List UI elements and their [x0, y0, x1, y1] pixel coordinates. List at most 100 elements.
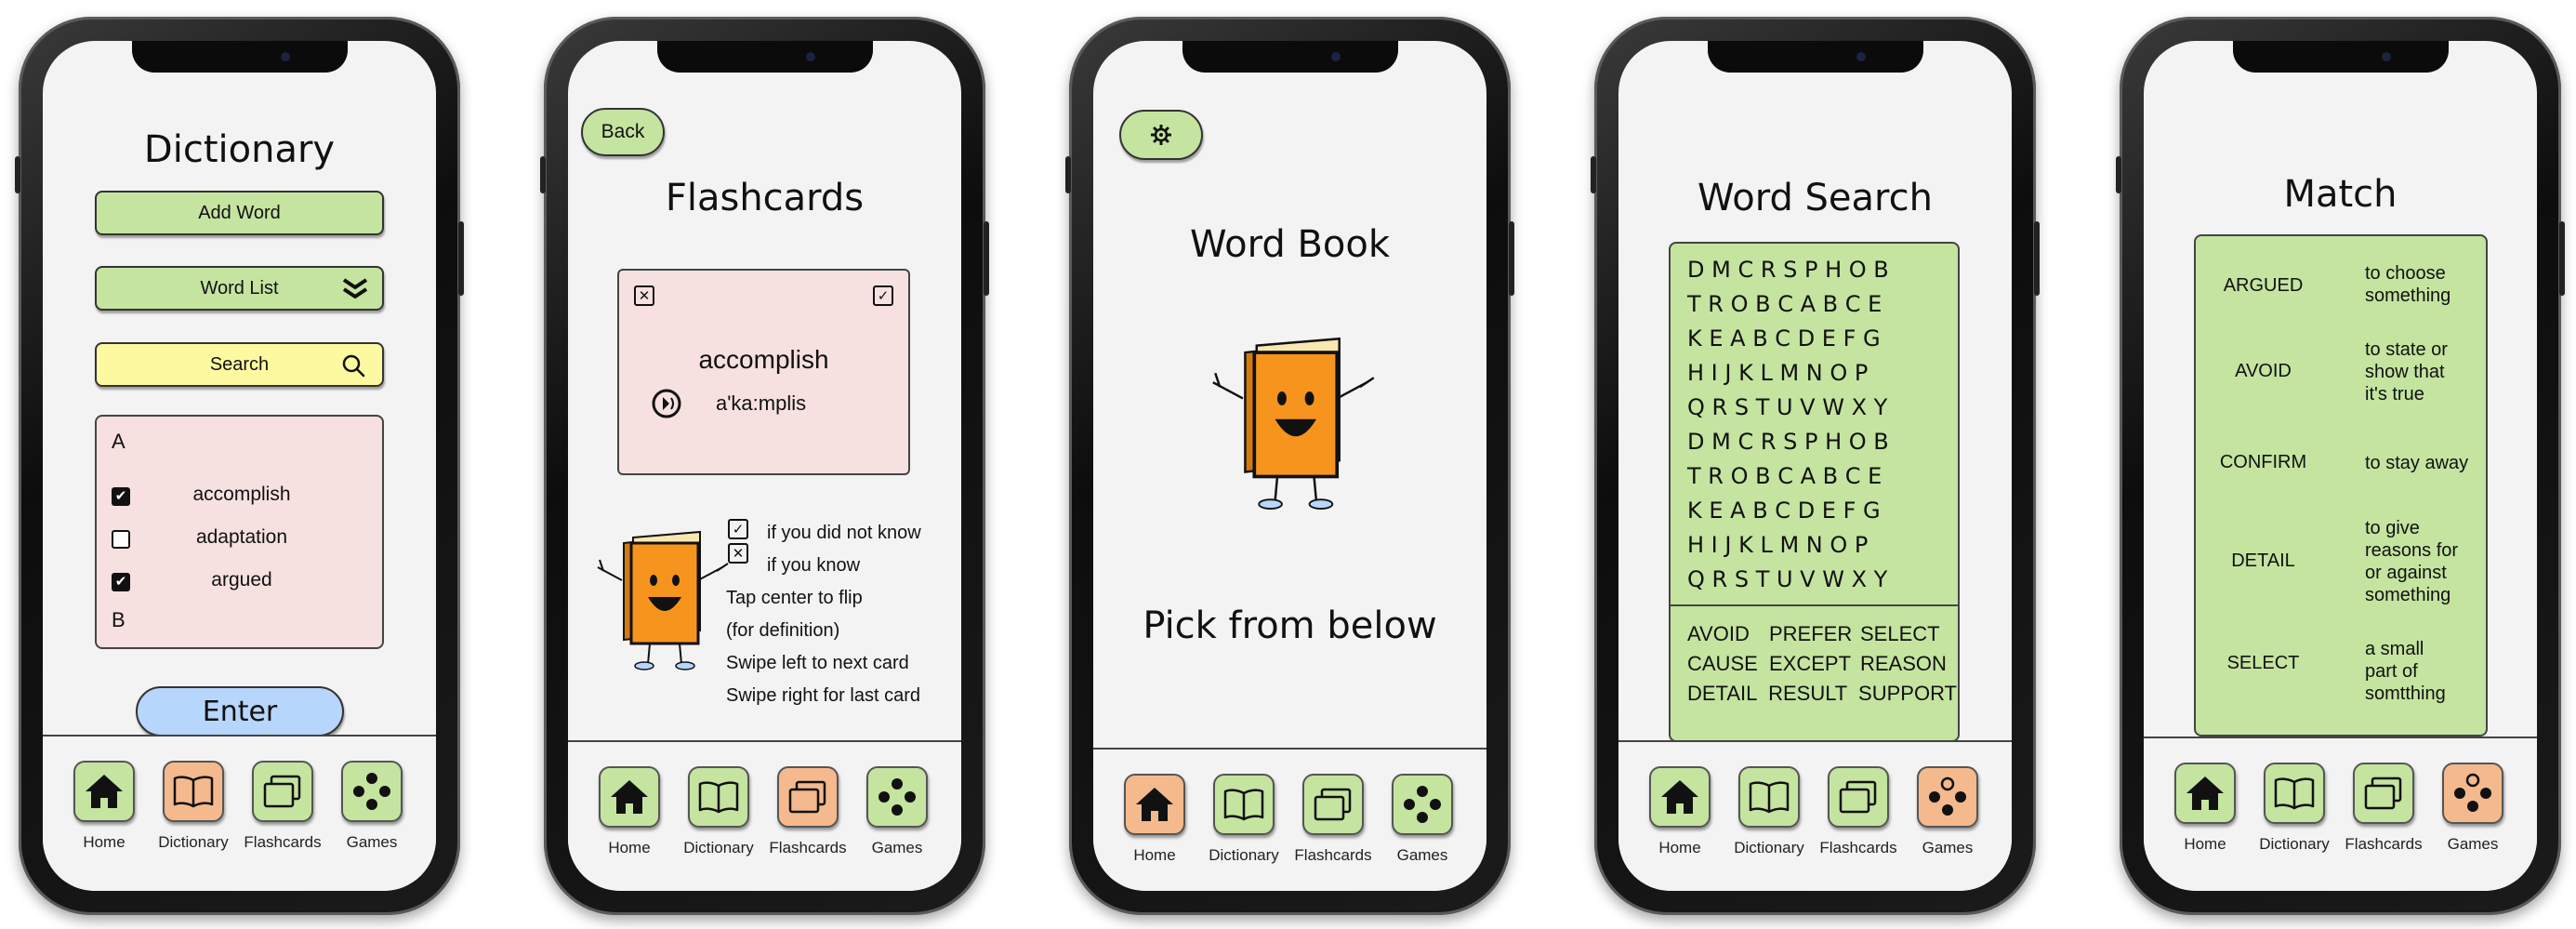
nav-home-label: Home — [608, 839, 651, 856]
nav-dictionary-label: Dictionary — [158, 833, 229, 851]
nav-flashcards[interactable]: Flashcards — [1288, 774, 1378, 865]
nav-dictionary[interactable]: Dictionary — [1724, 766, 1814, 857]
list-item[interactable]: adaptation — [112, 524, 372, 552]
word-bank-item: SUPPORT — [1858, 682, 1957, 705]
definition-line: or against — [2365, 563, 2447, 583]
nav-flashcards-label: Flashcards — [1819, 839, 1897, 856]
match-definition[interactable]: to give reasons for or against something — [2365, 517, 2458, 606]
nav-home-label: Home — [2184, 835, 2226, 853]
nav-dictionary[interactable]: Dictionary — [149, 761, 238, 852]
nav-games[interactable]: Games — [1378, 774, 1467, 865]
home-icon — [2186, 776, 2224, 810]
word-bank-item: RESULT — [1768, 682, 1848, 705]
nav-games[interactable]: Games — [327, 761, 416, 852]
page-title: Dictionary — [143, 128, 336, 171]
nav-dictionary[interactable]: Dictionary — [674, 766, 763, 857]
settings-button[interactable] — [1119, 110, 1203, 160]
grid-row: H I J K L M N O P — [1687, 360, 1869, 386]
nav-dictionary[interactable]: Dictionary — [2250, 763, 2339, 854]
word-search-screen: Word Search D M C R S P H O B T R O B C … — [1618, 41, 2012, 891]
back-button[interactable]: Back — [581, 108, 665, 156]
nav-home[interactable]: Home — [2160, 763, 2250, 854]
book-open-icon — [698, 781, 739, 814]
instruction-text: if you did not know — [767, 523, 921, 543]
nav-flashcards[interactable]: Flashcards — [2339, 763, 2428, 854]
nav-games[interactable]: Games — [852, 766, 942, 857]
grid-row: Q R S T U V W X Y — [1687, 566, 1888, 592]
home-icon — [1136, 788, 1173, 821]
nav-games[interactable]: Games — [2428, 763, 2517, 854]
add-word-button[interactable]: Add Word — [95, 191, 384, 235]
nav-flashcards-button[interactable] — [2353, 763, 2414, 824]
match-word[interactable]: SELECT — [2196, 653, 2331, 674]
nav-home-button[interactable] — [1649, 766, 1711, 828]
match-word[interactable]: ARGUED — [2196, 275, 2331, 297]
nav-flashcards-button[interactable] — [1828, 766, 1889, 828]
page-title: Match — [2283, 173, 2398, 216]
nav-games-button[interactable] — [1917, 766, 1978, 828]
chevron-down-icon — [342, 278, 368, 299]
nav-games-button[interactable] — [2442, 763, 2503, 824]
nav-dictionary-button[interactable] — [1738, 766, 1800, 828]
match-word[interactable]: AVOID — [2196, 361, 2331, 382]
search-input[interactable]: Search — [95, 342, 384, 387]
nav-flashcards[interactable]: Flashcards — [763, 766, 852, 857]
home-icon — [86, 775, 123, 808]
match-definition[interactable]: to choose something — [2365, 262, 2451, 307]
nav-dictionary-button[interactable] — [688, 766, 749, 828]
nav-dictionary-button[interactable] — [2264, 763, 2325, 824]
match-word[interactable]: CONFIRM — [2196, 452, 2331, 473]
check-icon[interactable]: ✓ — [873, 285, 893, 306]
nav-home[interactable]: Home — [585, 766, 674, 857]
nav-games-button[interactable] — [1392, 774, 1453, 835]
nav-home[interactable]: Home — [1635, 766, 1724, 857]
match-screen: Match ARGUED to choose something AVOID t… — [2144, 41, 2537, 891]
nav-dictionary-button[interactable] — [163, 761, 224, 822]
definition-line: reasons for — [2365, 540, 2459, 561]
nav-dictionary-button[interactable] — [1213, 774, 1275, 835]
match-definition[interactable]: a small part of somtthing — [2365, 638, 2446, 705]
word-list-dropdown[interactable]: Word List — [95, 266, 384, 311]
match-word[interactable]: DETAIL — [2196, 551, 2331, 572]
home-screen: Word Book Pick from below Home Dictionar… — [1093, 41, 1486, 891]
nav-home-button[interactable] — [599, 766, 660, 828]
nav-games-button[interactable] — [866, 766, 928, 828]
letter-grid[interactable]: D M C R S P H O B T R O B C A B C E K E … — [1687, 253, 1948, 597]
games-icon — [2454, 773, 2491, 812]
nav-flashcards-label: Flashcards — [244, 833, 322, 851]
instruction-text: Swipe right for last card — [726, 685, 920, 706]
close-icon: ✕ — [728, 543, 748, 564]
nav-home-button[interactable] — [1124, 774, 1185, 835]
definition-line: something — [2365, 285, 2451, 306]
close-icon[interactable]: ✕ — [634, 285, 654, 306]
nav-flashcards[interactable]: Flashcards — [1814, 766, 1903, 857]
nav-dictionary[interactable]: Dictionary — [1199, 774, 1288, 865]
nav-home-button[interactable] — [73, 761, 135, 822]
flashcard[interactable]: ✕ ✓ accomplish a'ka:mplis — [617, 269, 910, 475]
list-item[interactable]: ✔ accomplish — [112, 482, 372, 510]
grid-row: D M C R S P H O B — [1687, 429, 1889, 455]
nav-flashcards[interactable]: Flashcards — [238, 761, 327, 852]
nav-games[interactable]: Games — [1903, 766, 1992, 857]
nav-flashcards-button[interactable] — [777, 766, 839, 828]
word-bank-item: DETAIL — [1687, 682, 1758, 705]
enter-button[interactable]: Enter — [136, 686, 344, 737]
match-definition[interactable]: to stay away — [2365, 452, 2468, 474]
nav-home[interactable]: Home — [59, 761, 149, 852]
pronunciation-text: a'ka:mplis — [716, 392, 807, 415]
definition-line: it's true — [2365, 384, 2424, 405]
grid-row: T R O B C A B C E — [1687, 291, 1882, 317]
match-definition[interactable]: to state or show that it's true — [2365, 338, 2448, 405]
nav-flashcards-button[interactable] — [252, 761, 313, 822]
nav-games-button[interactable] — [341, 761, 403, 822]
nav-home-button[interactable] — [2174, 763, 2236, 824]
audio-icon[interactable] — [651, 388, 682, 419]
phone-home: Word Book Pick from below Home Dictionar… — [1065, 17, 1514, 915]
list-item[interactable]: ✔ argued — [112, 567, 372, 595]
instruction-text: (for definition) — [726, 620, 840, 641]
section-header-a: A — [112, 430, 125, 453]
nav-home[interactable]: Home — [1110, 774, 1199, 865]
nav-flashcards-button[interactable] — [1302, 774, 1364, 835]
notch — [131, 41, 348, 73]
bottom-nav: Home Dictionary Flashcards Games — [43, 735, 436, 891]
